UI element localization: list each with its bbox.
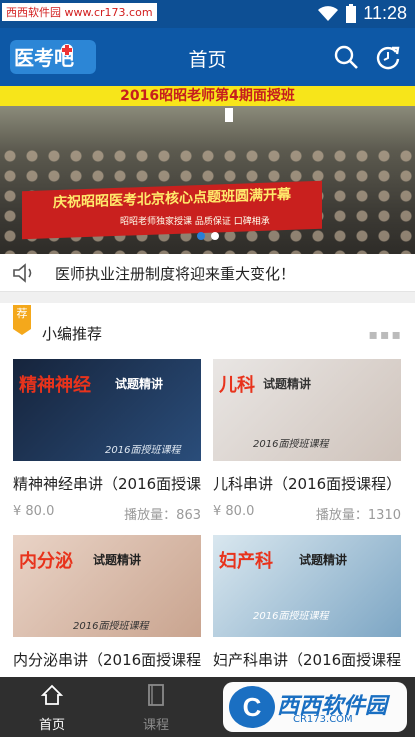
image-tag: 2016面授班课程 bbox=[105, 445, 181, 456]
notice-text[interactable]: 医师执业注册制度将迎来重大变化！ bbox=[55, 263, 295, 284]
battery-icon bbox=[346, 3, 357, 23]
course-plays: 播放量：1310 bbox=[315, 508, 401, 523]
course-price: ¥ 80.0 bbox=[13, 504, 55, 519]
course-card-1[interactable]: 精神神经 试题精讲 2016面授班课程 精神神经串讲（2016面授课程） ¥ 8… bbox=[13, 359, 201, 529]
banner-carousel[interactable]: 2016昭昭老师第4期面授班 庆祝昭昭医考北京核心点题班圆满开幕 昭昭老师独家授… bbox=[0, 86, 415, 254]
course-title[interactable]: 儿科串讲（2016面授课程） bbox=[213, 473, 401, 494]
watermark-logo: C 西西软件园 CR173.COM bbox=[223, 682, 407, 732]
image-label: 妇产科 bbox=[219, 551, 273, 572]
course-card-2[interactable]: 儿科 试题精讲 2016面授班课程 儿科串讲（2016面授课程） ¥ 80.0 … bbox=[213, 359, 401, 529]
course-image[interactable]: 精神神经 试题精讲 2016面授班课程 bbox=[13, 359, 201, 461]
more-dots-icon[interactable]: ▪▪▪ bbox=[369, 327, 403, 343]
section-title: 小编推荐 bbox=[42, 325, 103, 343]
banner-headline: 2016昭昭老师第4期面授班 bbox=[0, 86, 415, 106]
watermark-c-icon: C bbox=[229, 686, 275, 728]
banner-bar-mark bbox=[225, 108, 233, 122]
banner-sign-sub: 昭昭老师独家授课 品质保证 口碑相承 bbox=[120, 217, 270, 227]
course-image[interactable]: 儿科 试题精讲 2016面授班课程 bbox=[213, 359, 401, 461]
app-bar: 医考吧 首页 bbox=[0, 28, 415, 86]
course-title[interactable]: 妇产科串讲（2016面授课程） bbox=[213, 649, 401, 670]
image-tag: 2016面授班课程 bbox=[253, 611, 329, 622]
course-image[interactable]: 妇产科 试题精讲 2016面授班课程 bbox=[213, 535, 401, 637]
image-label: 精神神经 bbox=[19, 375, 91, 396]
speaker-icon bbox=[13, 263, 32, 283]
image-sub: 试题精讲 bbox=[263, 377, 312, 391]
course-title[interactable]: 内分泌串讲（2016面授课程） bbox=[13, 649, 201, 670]
status-time: 11:28 bbox=[363, 3, 407, 23]
course-price: ¥ 80.0 bbox=[213, 504, 255, 519]
home-icon bbox=[40, 684, 64, 705]
section-badge: 荐 bbox=[13, 305, 31, 335]
course-image[interactable]: 内分泌 试题精讲 2016面授班课程 bbox=[13, 535, 201, 637]
carousel-dot-active[interactable] bbox=[197, 232, 205, 240]
image-sub: 试题精讲 bbox=[93, 553, 142, 567]
watermark-url: CR173.COM bbox=[293, 714, 353, 725]
nav-home[interactable]: 首页 bbox=[0, 677, 104, 737]
carousel-dot[interactable] bbox=[211, 232, 219, 240]
image-label: 儿科 bbox=[219, 375, 255, 396]
course-plays: 播放量：863 bbox=[124, 508, 201, 523]
image-label: 内分泌 bbox=[19, 551, 73, 572]
nav-label: 首页 bbox=[38, 718, 65, 733]
status-bar: 西西软件园 www.cr173.com 11:28 bbox=[0, 0, 415, 28]
recommend-section: 荐 小编推荐 ▪▪▪ 精神神经 试题精讲 2016面授班课程 精神神经串讲（20… bbox=[0, 303, 415, 677]
image-tag: 2016面授班课程 bbox=[253, 439, 329, 450]
book-icon bbox=[148, 684, 164, 706]
course-title[interactable]: 精神神经串讲（2016面授课程） bbox=[13, 473, 201, 494]
course-card-4[interactable]: 妇产科 试题精讲 2016面授班课程 妇产科串讲（2016面授课程） bbox=[213, 535, 401, 675]
refresh-icon[interactable] bbox=[375, 44, 401, 70]
nav-courses[interactable]: 课程 bbox=[104, 677, 208, 737]
nav-label: 课程 bbox=[142, 718, 169, 733]
watermark-text: 西西软件园 www.cr173.com bbox=[2, 3, 157, 21]
image-sub: 试题精讲 bbox=[115, 377, 164, 391]
status-icons: 11:28 bbox=[317, 3, 407, 24]
image-tag: 2016面授班课程 bbox=[73, 621, 149, 632]
image-sub: 试题精讲 bbox=[299, 553, 348, 567]
search-icon[interactable] bbox=[333, 44, 359, 70]
wifi-icon bbox=[318, 5, 339, 21]
notice-bar[interactable]: 医师执业注册制度将迎来重大变化！ bbox=[0, 254, 415, 292]
course-card-3[interactable]: 内分泌 试题精讲 2016面授班课程 内分泌串讲（2016面授课程） bbox=[13, 535, 201, 675]
